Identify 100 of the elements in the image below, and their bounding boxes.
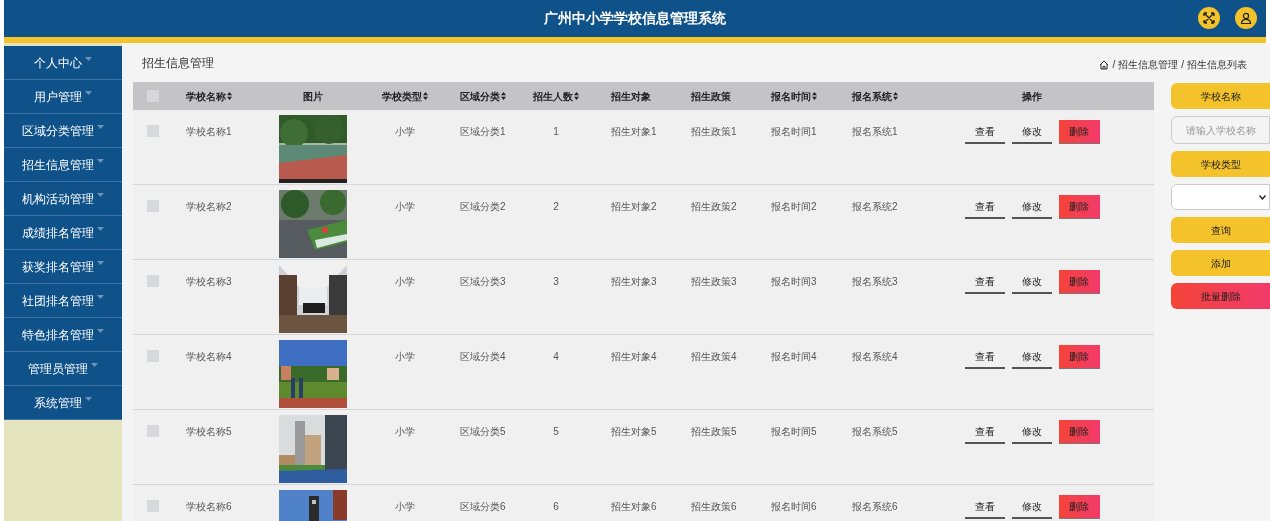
table-cell-text: 小学 [395,425,415,439]
table-cell-text: 招生政策6 [691,500,737,514]
checkbox[interactable] [147,500,159,512]
sidebar-item[interactable]: 招生信息管理 [4,148,122,182]
table-cell-text: 报名系统3 [852,275,898,289]
table-cell-text: 小学 [395,500,415,514]
expand-icon [1203,12,1215,24]
table-cell-text: 报名时间4 [771,350,817,364]
column-header: 区域分类 [460,89,500,104]
sidebar-item[interactable]: 社团排名管理 [4,284,122,318]
delete-button[interactable]: 删除 [1058,495,1100,519]
view-button[interactable]: 查看 [964,195,1005,219]
breadcrumb-separator: / [1112,58,1116,72]
table-cell-text: 招生对象4 [611,350,657,364]
sort-icon[interactable] [423,92,428,100]
sort-icon[interactable] [501,92,506,100]
table-cell-text: 报名时间2 [771,200,817,214]
table-cell-text: 学校名称3 [186,275,232,289]
column-header: 报名系统 [852,89,892,104]
caret-icon [97,328,104,333]
table-cell-text: 招生对象2 [611,200,657,214]
caret-icon [97,226,104,231]
column-header: 图片 [303,89,323,104]
chevron-down-icon [1259,194,1266,200]
sidebar-item[interactable]: 成绩排名管理 [4,216,122,250]
sidebar-item[interactable]: 获奖排名管理 [4,250,122,284]
table-cell-text: 报名系统1 [852,125,898,139]
table-cell-text: 报名时间5 [771,425,817,439]
delete-button[interactable]: 删除 [1058,420,1100,444]
breadcrumb-link[interactable]: 招生信息列表 [1187,57,1247,72]
action-button[interactable]: 添加 [1171,250,1270,276]
view-button[interactable]: 查看 [964,420,1005,444]
table-cell-text: 报名系统2 [852,200,898,214]
table-cell-text: 招生政策4 [691,350,737,364]
sidebar-item[interactable]: 用户管理 [4,80,122,114]
action-button[interactable]: 查询 [1171,217,1270,243]
checkbox[interactable] [147,425,159,437]
table-cell-text: 小学 [395,350,415,364]
table-cell-text: 区域分类4 [460,350,506,364]
sort-icon[interactable] [812,92,817,100]
edit-button[interactable]: 修改 [1011,420,1052,444]
column-header: 学校名称 [186,89,226,104]
caret-icon [97,260,104,265]
breadcrumb-separator: / [1181,58,1184,72]
edit-button[interactable]: 修改 [1011,195,1052,219]
sidebar-item[interactable]: 个人中心 [4,46,122,80]
column-header: 报名时间 [771,89,811,104]
school-name-label: 学校名称 [1171,83,1270,109]
app-title: 广州中小学学校信息管理系统 [544,9,726,28]
edit-button[interactable]: 修改 [1011,345,1052,369]
view-button[interactable]: 查看 [964,270,1005,294]
sidebar-item[interactable]: 管理员管理 [4,352,122,386]
view-button[interactable]: 查看 [964,495,1005,519]
table-cell-text: 学校名称6 [186,500,232,514]
edit-button[interactable]: 修改 [1011,120,1052,144]
table-cell-text: 1 [553,125,559,139]
breadcrumb-link[interactable]: 招生信息管理 [1118,57,1179,72]
checkbox[interactable] [147,125,159,137]
delete-button[interactable]: 删除 [1058,120,1100,144]
fullscreen-button[interactable] [1198,7,1220,29]
table-cell-text: 招生对象3 [611,275,657,289]
table-cell-text: 小学 [395,200,415,214]
school-name-input[interactable]: 请输入学校名称 [1171,116,1270,144]
edit-button[interactable]: 修改 [1011,270,1052,294]
caret-icon [85,396,92,401]
user-button[interactable] [1235,7,1257,29]
table-cell-text: 区域分类1 [460,125,506,139]
table-cell-text: 4 [553,350,559,364]
table-cell-text: 小学 [395,275,415,289]
sort-icon[interactable] [893,92,898,100]
sidebar-item[interactable]: 机构活动管理 [4,182,122,216]
table-cell-text: 6 [553,500,559,514]
table-cell-text: 报名时间1 [771,125,817,139]
caret-icon [91,362,98,367]
sidebar-item[interactable]: 特色排名管理 [4,318,122,352]
caret-icon [85,90,92,95]
sort-icon[interactable] [574,92,579,100]
table-cell-text: 区域分类5 [460,425,506,439]
delete-button[interactable]: 删除 [1058,195,1100,219]
column-header: 招生对象 [611,89,651,104]
delete-button[interactable]: 删除 [1058,270,1100,294]
table-cell-text: 招生政策1 [691,125,737,139]
table-cell-text: 招生政策3 [691,275,737,289]
table-cell-text: 2 [553,200,559,214]
edit-button[interactable]: 修改 [1011,495,1052,519]
sidebar-item[interactable]: 区域分类管理 [4,114,122,148]
home-icon[interactable] [1099,59,1110,70]
view-button[interactable]: 查看 [964,120,1005,144]
table-cell-text: 招生对象6 [611,500,657,514]
batch-delete-button[interactable]: 批量删除 [1171,283,1270,309]
table-cell-text: 招生政策5 [691,425,737,439]
table-cell-text: 区域分类3 [460,275,506,289]
checkbox[interactable] [147,200,159,212]
sort-icon[interactable] [227,92,232,100]
checkbox[interactable] [147,350,159,362]
sidebar-item[interactable]: 系统管理 [4,386,122,420]
page-title: 招生信息管理 [142,55,214,72]
checkbox[interactable] [147,275,159,287]
delete-button[interactable]: 删除 [1058,345,1100,369]
view-button[interactable]: 查看 [964,345,1005,369]
